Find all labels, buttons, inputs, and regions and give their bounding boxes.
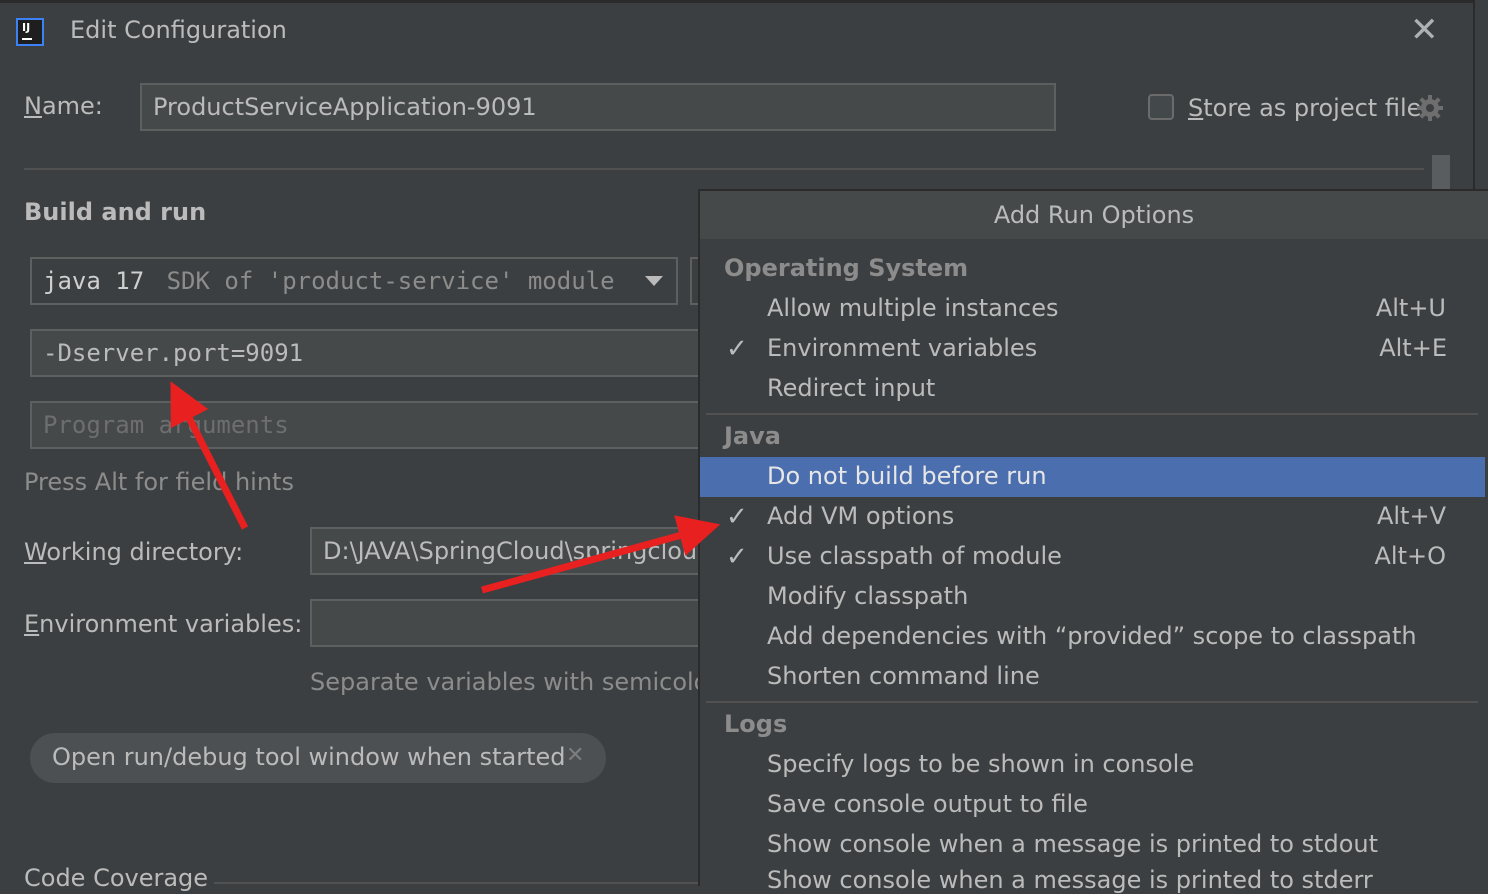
- annotation-arrows: [170, 381, 721, 594]
- annotation-arrow-add-vm-options: [481, 515, 721, 594]
- annotation-arrow-vm-options: [170, 381, 249, 530]
